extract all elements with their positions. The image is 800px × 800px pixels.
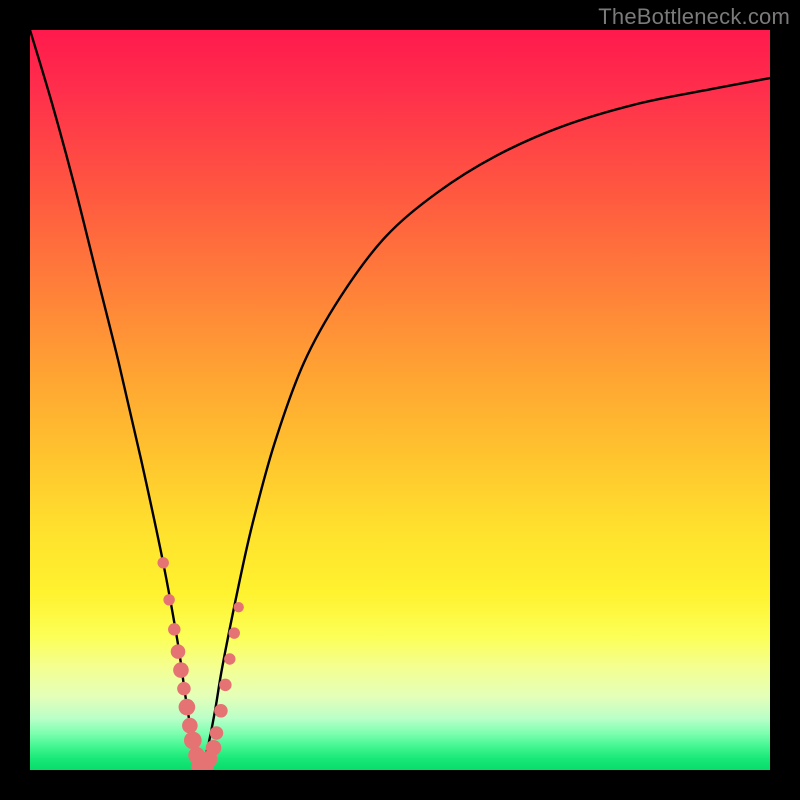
sample-point xyxy=(184,732,202,750)
sample-point xyxy=(179,699,196,716)
sample-point xyxy=(168,623,180,635)
plot-area xyxy=(30,30,770,770)
sample-point xyxy=(224,653,235,664)
sample-point xyxy=(206,740,222,756)
sample-point xyxy=(157,557,168,568)
sample-point xyxy=(233,602,243,612)
sample-point xyxy=(163,594,174,605)
sample-point xyxy=(177,682,191,696)
watermark-text: TheBottleneck.com xyxy=(598,4,790,30)
chart-frame: TheBottleneck.com xyxy=(0,0,800,800)
sample-point xyxy=(182,718,198,734)
sample-markers xyxy=(157,557,243,770)
sample-point xyxy=(229,627,240,638)
sample-point xyxy=(173,662,189,678)
curve-layer xyxy=(30,30,770,770)
bottleneck-curve xyxy=(30,30,770,770)
sample-point xyxy=(171,644,186,659)
sample-point xyxy=(210,726,224,740)
sample-point xyxy=(219,679,231,691)
sample-point xyxy=(214,704,228,718)
